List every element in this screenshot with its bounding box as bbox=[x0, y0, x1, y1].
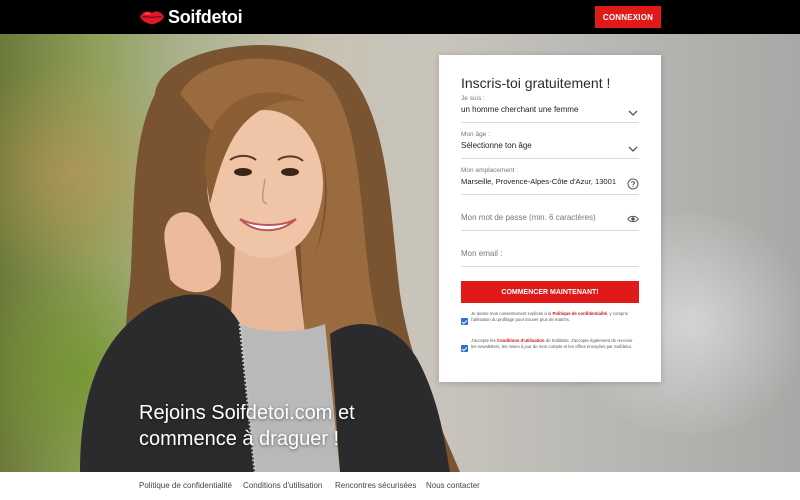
terms-consent-text: J'accepte les Conditions d'utilisation d… bbox=[471, 338, 633, 350]
hero-headline: Rejoins Soifdetoi.com et commence à drag… bbox=[139, 400, 439, 452]
hero-section: Rejoins Soifdetoi.com et commence à drag… bbox=[0, 34, 800, 472]
seeking-label: Je suis : bbox=[461, 95, 485, 102]
footer-link-contact[interactable]: Nous contacter bbox=[426, 481, 480, 490]
password-placeholder: Mon mot de passe (min. 6 caractères) bbox=[461, 213, 596, 222]
privacy-consent-text: Je donne mon consentement explicite à la… bbox=[471, 311, 628, 323]
top-navbar: Soifdetoi CONNEXION bbox=[0, 0, 800, 34]
seeking-select[interactable]: Je suis : un homme cherchant une femme bbox=[461, 95, 639, 123]
age-value: Sélectionne ton âge bbox=[461, 141, 532, 150]
terms-consent: J'accepte les Conditions d'utilisation d… bbox=[461, 338, 639, 352]
location-field[interactable]: Mon emplacement : Marseille, Provence-Al… bbox=[461, 167, 639, 195]
footer-link-privacy[interactable]: Politique de confidentialité bbox=[139, 481, 232, 490]
age-select[interactable]: Mon âge : Sélectionne ton âge bbox=[461, 131, 639, 159]
hero-headline-line1: Rejoins Soifdetoi.com et bbox=[139, 402, 355, 424]
brand-name: Soifdetoi bbox=[168, 6, 243, 27]
terms-consent-checkbox[interactable] bbox=[461, 345, 468, 352]
privacy-consent-checkbox[interactable] bbox=[461, 318, 468, 325]
password-field[interactable]: Mon mot de passe (min. 6 caractères) bbox=[461, 203, 639, 231]
footer: Politique de confidentialité Conditions … bbox=[0, 472, 800, 500]
eye-icon[interactable] bbox=[627, 213, 639, 225]
hero-headline-line2: commence à draguer ! bbox=[139, 428, 340, 450]
age-label: Mon âge : bbox=[461, 131, 490, 138]
footer-link-terms[interactable]: Conditions d'utilisation bbox=[243, 481, 322, 490]
chevron-down-icon bbox=[628, 146, 638, 152]
location-value: Marseille, Provence-Alpes-Côte d'Azur, 1… bbox=[461, 177, 617, 186]
form-title: Inscris-toi gratuitement ! bbox=[461, 75, 611, 91]
login-button[interactable]: CONNEXION bbox=[595, 6, 661, 28]
chevron-down-icon bbox=[628, 110, 638, 116]
lips-logo-icon bbox=[140, 11, 164, 24]
location-label: Mon emplacement : bbox=[461, 167, 519, 174]
footer-link-safe-dating[interactable]: Rencontres sécurisées bbox=[335, 481, 416, 490]
brand-logo[interactable]: Soifdetoi bbox=[139, 6, 243, 27]
email-field[interactable]: Mon email : bbox=[461, 239, 639, 267]
privacy-consent: Je donne mon consentement explicite à la… bbox=[461, 311, 639, 325]
privacy-policy-link[interactable]: Politique de confidentialité bbox=[552, 311, 607, 316]
terms-link[interactable]: Conditions d'utilisation bbox=[497, 338, 545, 343]
help-icon[interactable] bbox=[627, 178, 639, 190]
start-now-button[interactable]: COMMENCER MAINTENANT! bbox=[461, 281, 639, 303]
email-placeholder: Mon email : bbox=[461, 249, 503, 258]
seeking-value: un homme cherchant une femme bbox=[461, 105, 579, 114]
signup-form: Inscris-toi gratuitement ! Je suis : un … bbox=[439, 55, 661, 382]
